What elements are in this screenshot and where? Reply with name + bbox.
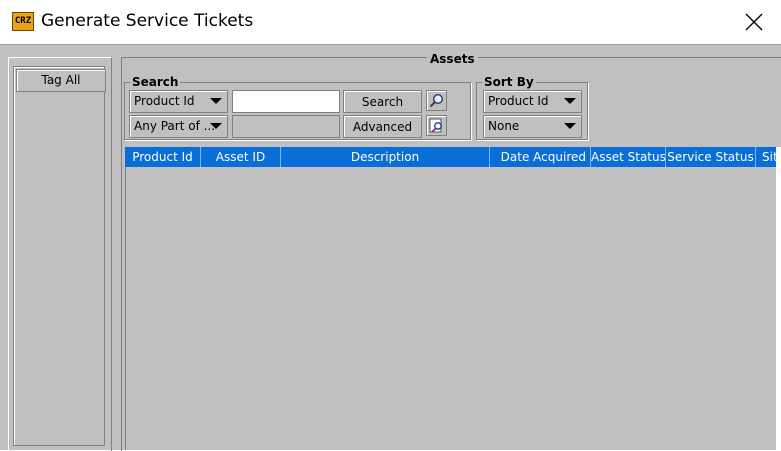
chevron-down-icon [210,98,222,104]
window-right-edge [776,147,781,450]
search-button[interactable]: Search [343,90,422,113]
sort-order-select[interactable]: None [483,115,582,138]
column-header-asset-status[interactable]: Asset Status [591,147,666,167]
magnifier-icon [429,93,444,108]
search-field-select[interactable]: Product Id [129,90,228,113]
search-match-select-value: Any Part of ... [134,119,216,133]
column-header-asset-id[interactable]: Asset ID [201,147,281,167]
assets-table-header: Product Id Asset ID Description Date Acq… [125,147,776,167]
column-header-date-acquired[interactable]: Date Acquired [490,147,591,167]
column-header-description[interactable]: Description [281,147,490,167]
close-button[interactable] [735,6,773,38]
sort-order-select-value: None [488,119,520,133]
left-panel: Tag All [8,57,112,451]
chevron-down-icon [564,123,576,129]
search-match-select[interactable]: Any Part of ... [129,115,228,138]
advanced-search-icon-button[interactable] [426,115,447,136]
title-bar: CRZ Generate Service Tickets [0,0,781,44]
column-header-service-status[interactable]: Service Status [666,147,756,167]
search-group-label: Search [130,75,181,89]
column-header-site[interactable]: Sit [756,147,776,167]
advanced-search-icon [429,118,442,133]
app-logo-icon: CRZ [12,12,34,31]
assets-table-body[interactable] [125,167,776,450]
left-panel-inner: Tag All [13,66,106,446]
sort-field-select[interactable]: Product Id [483,90,582,113]
sort-by-group-label: Sort By [482,75,536,89]
column-header-product-id[interactable]: Product Id [125,147,201,167]
advanced-button[interactable]: Advanced [343,115,422,138]
sort-field-select-value: Product Id [488,94,549,108]
search-field-select-value: Product Id [134,94,195,108]
chevron-down-icon [564,98,576,104]
close-icon [745,13,763,31]
assets-panel-title: Assets [427,52,478,66]
search-secondary-field [232,115,340,138]
search-magnifier-button[interactable] [426,90,447,111]
search-input[interactable] [232,90,340,113]
tag-all-button[interactable]: Tag All [16,69,106,92]
window-title: Generate Service Tickets [41,11,254,31]
chevron-down-icon [210,123,222,129]
